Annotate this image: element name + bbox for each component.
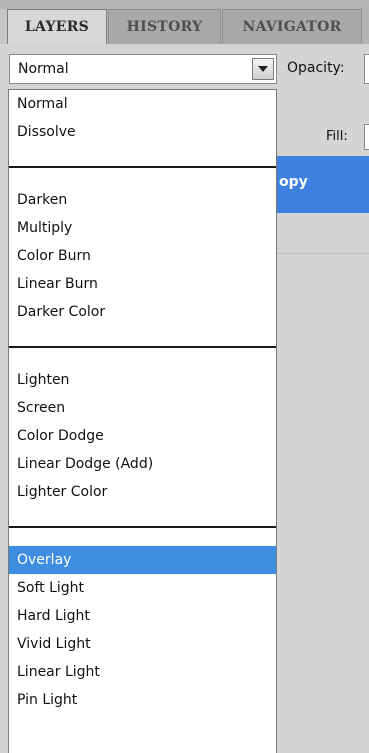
menu-item-hard-light[interactable]: Hard Light (9, 602, 276, 630)
layer-name: opy (279, 174, 308, 190)
menu-item-label: Multiply (17, 220, 73, 236)
menu-item-label: Linear Light (17, 664, 100, 680)
menu-item-darken[interactable]: Darken (9, 186, 276, 214)
menu-item-label: Darker Color (17, 304, 106, 320)
menu-item-label: Screen (17, 400, 66, 416)
fill-label: Fill: (326, 129, 348, 144)
menu-item-lighter-color[interactable]: Lighter Color (9, 478, 276, 506)
menu-item-soft-light[interactable]: Soft Light (9, 574, 276, 602)
blend-mode-menu: Normal Dissolve Darken Multiply Color Burn Li… (8, 89, 277, 753)
tab-layers[interactable]: LAYERS (7, 9, 107, 44)
menu-item-label: Lighter Color (17, 484, 108, 500)
blend-mode-value: Normal (18, 61, 69, 77)
menu-item-linear-light[interactable]: Linear Light (9, 658, 276, 686)
menu-item-multiply[interactable]: Multiply (9, 214, 276, 242)
tab-navigator[interactable]: NAVIGATOR (222, 9, 362, 44)
menu-item-pin-light[interactable]: Pin Light (9, 686, 276, 714)
menu-divider (9, 346, 276, 348)
menu-item-label: Vivid Light (17, 636, 91, 652)
menu-item-label: Linear Burn (17, 276, 98, 292)
menu-item-label: Hard Light (17, 608, 90, 624)
tab-bar-edge (0, 9, 7, 44)
blend-mode-dropdown-button[interactable] (252, 58, 274, 80)
menu-item-darker-color[interactable]: Darker Color (9, 298, 276, 326)
menu-item-label: Darken (17, 192, 68, 208)
menu-item-label: Dissolve (17, 124, 76, 140)
menu-item-linear-burn[interactable]: Linear Burn (9, 270, 276, 298)
menu-item-label: Color Dodge (17, 428, 104, 444)
menu-item-lighten[interactable]: Lighten (9, 366, 276, 394)
blend-mode-select[interactable]: Normal (9, 54, 277, 84)
chevron-down-icon (258, 66, 268, 72)
menu-divider (9, 166, 276, 168)
tab-history[interactable]: HISTORY (108, 9, 221, 44)
layers-panel: LAYERS HISTORY NAVIGATOR Normal Opacity:… (0, 0, 369, 753)
opacity-field[interactable] (364, 54, 369, 84)
menu-item-normal[interactable]: Normal (9, 90, 276, 118)
menu-item-label: Pin Light (17, 692, 78, 708)
menu-item-vivid-light[interactable]: Vivid Light (9, 630, 276, 658)
menu-item-label: Color Burn (17, 248, 91, 264)
panel-tab-bar: LAYERS HISTORY NAVIGATOR (0, 0, 369, 44)
menu-item-label: Soft Light (17, 580, 85, 596)
menu-divider (9, 526, 276, 528)
menu-item-label: Overlay (17, 552, 72, 568)
menu-item-overlay[interactable]: Overlay (9, 546, 276, 574)
menu-item-linear-dodge-add[interactable]: Linear Dodge (Add) (9, 450, 276, 478)
menu-item-color-dodge[interactable]: Color Dodge (9, 422, 276, 450)
layer-row-divider (276, 253, 369, 254)
menu-item-label: Normal (17, 96, 68, 112)
menu-item-screen[interactable]: Screen (9, 394, 276, 422)
menu-item-dissolve[interactable]: Dissolve (9, 118, 276, 146)
menu-item-color-burn[interactable]: Color Burn (9, 242, 276, 270)
menu-item-label: Lighten (17, 372, 70, 388)
opacity-label: Opacity: (287, 60, 345, 76)
fill-field[interactable] (364, 124, 369, 150)
menu-item-label: Linear Dodge (Add) (17, 456, 154, 472)
